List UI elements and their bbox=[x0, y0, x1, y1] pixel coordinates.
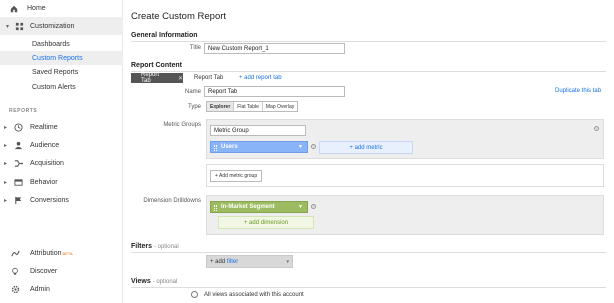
sidebar-item-label: Behavior bbox=[30, 178, 58, 186]
help-icon[interactable]: ? bbox=[594, 126, 599, 131]
nav-customization[interactable]: ▾ Customization bbox=[0, 17, 123, 35]
nav-discover-label: Discover bbox=[30, 267, 58, 275]
nav-home-label: Home bbox=[27, 5, 46, 12]
dimension-chip-label: In-Market Segment bbox=[221, 204, 275, 210]
chevron-down-icon[interactable]: ▼ bbox=[298, 144, 303, 150]
metric-chip-users[interactable]: Users ▼ bbox=[210, 141, 308, 153]
sidebar-item-behavior[interactable]: ▸ Behavior bbox=[0, 173, 123, 191]
sidebar-item-realtime[interactable]: ▸ Realtime bbox=[0, 118, 123, 136]
views-radio[interactable] bbox=[191, 291, 198, 298]
add-filter-prefix: + add bbox=[210, 258, 226, 265]
add-metric-group-button[interactable]: + Add metric group bbox=[210, 170, 263, 182]
general-information-heading: General Information bbox=[131, 32, 198, 39]
type-label: Type bbox=[187, 104, 201, 110]
add-metric-group-panel: + Add metric group bbox=[206, 164, 604, 187]
tab-label: Report Tab bbox=[141, 72, 160, 84]
type-flat-table-button[interactable]: Flat Table bbox=[234, 102, 263, 111]
views-heading: Views - optional bbox=[131, 278, 177, 285]
acquisition-icon bbox=[12, 159, 24, 168]
sidebar-item-label: Conversions bbox=[30, 196, 69, 204]
gear-icon bbox=[10, 285, 20, 294]
sidebar-item-label: Audience bbox=[30, 141, 60, 149]
report-content-heading: Report Content bbox=[131, 62, 182, 69]
divider bbox=[131, 71, 606, 72]
page-title: Create Custom Report bbox=[131, 11, 227, 22]
customization-icon bbox=[14, 22, 24, 31]
sidebar-item-saved-reports[interactable]: Saved Reports bbox=[0, 65, 123, 79]
attribution-icon bbox=[10, 249, 20, 258]
dimension-panel: In-Market Segment ▼ ? + add dimension bbox=[206, 195, 604, 235]
views-optional: - optional bbox=[152, 279, 178, 285]
sidebar-item-audience[interactable]: ▸ Audience bbox=[0, 136, 123, 154]
add-metric-button[interactable]: + add metric bbox=[319, 141, 413, 154]
nav-customization-label: Customization bbox=[30, 22, 75, 30]
tab-report-tab[interactable]: Report Tab bbox=[194, 73, 223, 83]
nav-admin[interactable]: Admin bbox=[0, 280, 123, 298]
clock-icon bbox=[12, 122, 24, 132]
caret-right-icon: ▸ bbox=[4, 160, 8, 167]
home-icon bbox=[9, 5, 19, 13]
duplicate-tab-link[interactable]: Duplicate this tab bbox=[555, 86, 601, 96]
add-report-tab-link[interactable]: + add report tab bbox=[239, 73, 282, 83]
metric-groups-label: Metric Groups bbox=[163, 122, 201, 128]
type-selector: Explorer Flat Table Map Overlay bbox=[206, 101, 299, 112]
caret-right-icon: ▸ bbox=[4, 197, 8, 204]
type-map-overlay-button[interactable]: Map Overlay bbox=[262, 102, 298, 111]
sidebar-item-custom-alerts[interactable]: Custom Alerts bbox=[0, 80, 123, 94]
caret-right-icon: ▸ bbox=[4, 142, 8, 149]
add-filter-dropdown[interactable]: + add filter ▾ bbox=[206, 255, 293, 268]
lightbulb-icon bbox=[10, 267, 20, 276]
nav-discover[interactable]: Discover bbox=[0, 262, 123, 280]
metric-group-name-input[interactable]: Metric Group bbox=[210, 125, 306, 136]
flag-icon bbox=[12, 196, 24, 205]
sidebar-item-dashboards[interactable]: Dashboards bbox=[0, 37, 123, 51]
type-explorer-button[interactable]: Explorer bbox=[207, 102, 235, 111]
views-option-label: All views associated with this account bbox=[204, 292, 304, 298]
sidebar-item-label: Acquisition bbox=[30, 159, 64, 167]
name-input[interactable]: Report Tab bbox=[204, 86, 345, 97]
filters-title: Filters bbox=[131, 243, 153, 250]
divider bbox=[131, 287, 606, 288]
filters-heading: Filters - optional bbox=[131, 243, 179, 250]
nav-attribution-label: Attribution bbox=[30, 249, 62, 257]
filters-optional: - optional bbox=[153, 244, 179, 250]
help-icon[interactable]: ? bbox=[311, 144, 316, 149]
sidebar-item-custom-reports[interactable]: Custom Reports bbox=[0, 51, 123, 65]
metric-group-panel: Metric Group Users ▼ ? + add metric ? bbox=[206, 119, 604, 159]
caret-down-icon: ▾ bbox=[6, 23, 10, 30]
main-content: Create Custom Report General Information… bbox=[123, 0, 614, 303]
divider bbox=[131, 41, 606, 42]
caret-right-icon: ▸ bbox=[4, 124, 8, 131]
drag-handle-icon[interactable] bbox=[214, 205, 217, 211]
metric-chip-label: Users bbox=[221, 144, 238, 150]
sidebar-item-label: Realtime bbox=[30, 123, 58, 131]
drag-handle-icon[interactable] bbox=[214, 145, 217, 151]
name-label: Name bbox=[184, 89, 201, 95]
dimension-drilldowns-label: Dimension Drilldowns bbox=[143, 198, 201, 204]
title-input[interactable]: New Custom Report_1 bbox=[204, 43, 345, 54]
title-label: Title bbox=[189, 45, 201, 51]
person-icon bbox=[12, 141, 24, 150]
help-icon[interactable]: ? bbox=[311, 204, 316, 209]
chevron-down-icon[interactable]: ▼ bbox=[298, 204, 303, 210]
nav-admin-label: Admin bbox=[30, 285, 50, 293]
close-icon[interactable]: ✕ bbox=[178, 75, 183, 82]
divider bbox=[131, 252, 606, 253]
dimension-chip-in-market-segment[interactable]: In-Market Segment ▼ bbox=[210, 201, 308, 213]
tab-report-tab-active[interactable]: Report Tab ✕ bbox=[131, 72, 183, 84]
caret-right-icon: ▸ bbox=[4, 179, 8, 186]
add-dimension-button[interactable]: + add dimension bbox=[218, 216, 314, 229]
beta-badge: BETA bbox=[62, 250, 73, 256]
sidebar-item-acquisition[interactable]: ▸ Acquisition bbox=[0, 154, 123, 172]
behavior-icon bbox=[12, 178, 24, 187]
views-title: Views bbox=[131, 278, 151, 285]
reports-section-label: REPORTS bbox=[9, 108, 38, 114]
nav-attribution[interactable]: Attribution BETA bbox=[0, 244, 123, 262]
add-filter-word: filter bbox=[226, 258, 239, 265]
nav-home[interactable]: Home bbox=[0, 0, 46, 17]
sidebar: Home ▾ Customization Dashboards Custom R… bbox=[0, 0, 123, 303]
chevron-down-icon: ▾ bbox=[286, 258, 289, 265]
sidebar-item-conversions[interactable]: ▸ Conversions bbox=[0, 191, 123, 209]
